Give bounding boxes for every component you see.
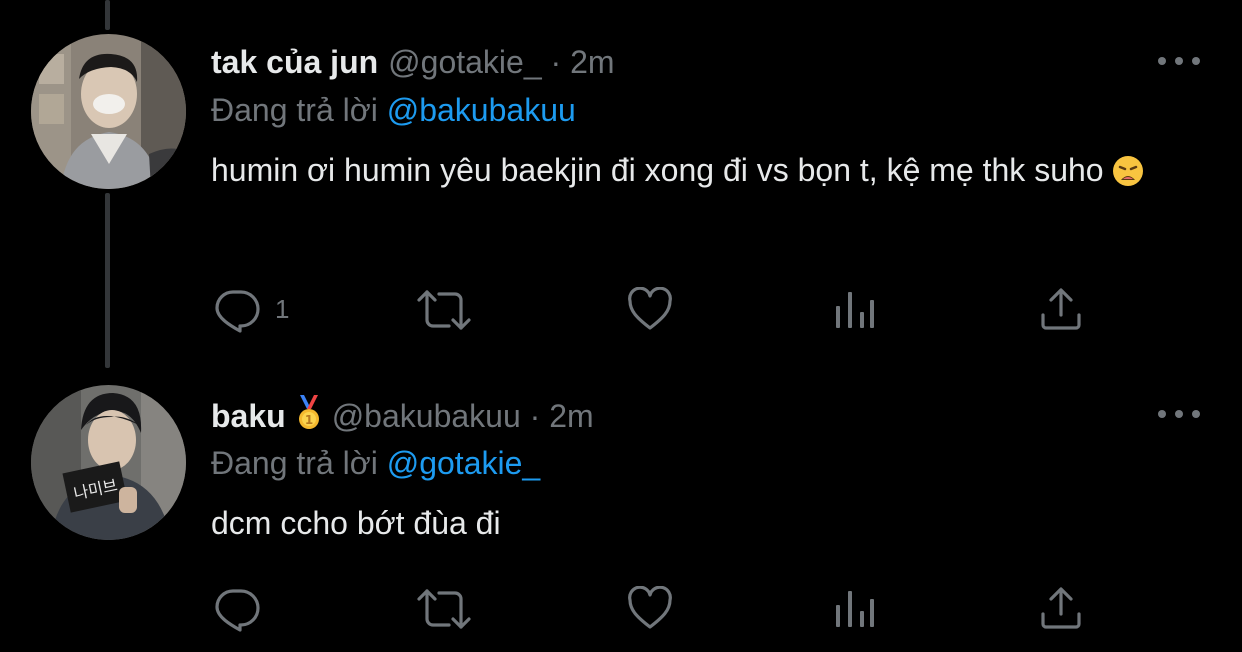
tweet-text-content: dcm ccho bớt đùa đi [211, 505, 501, 541]
analytics-button[interactable] [836, 589, 876, 629]
replying-to-label: Đang trả lời [211, 92, 378, 128]
retweet-icon [417, 290, 471, 330]
tweet-header: tak của jun @gotakie_ · 2m [211, 42, 615, 82]
more-options-button[interactable] [1158, 51, 1200, 71]
retweet-button[interactable] [417, 587, 471, 631]
retweet-button[interactable] [417, 288, 471, 332]
separator-dot: · [529, 398, 541, 434]
user-handle[interactable]: @bakubakuu [332, 398, 521, 434]
weary-face-emoji [1112, 151, 1144, 201]
svg-text:1: 1 [305, 413, 313, 427]
avatar[interactable]: 나미브 [31, 385, 186, 540]
replying-to-label: Đang trả lời [211, 445, 378, 481]
display-name[interactable]: tak của jun [211, 44, 378, 80]
tweet-text: dcm ccho bớt đùa đi [211, 498, 1171, 548]
like-button[interactable] [627, 586, 673, 630]
share-icon [1041, 587, 1081, 629]
share-button[interactable] [1040, 287, 1082, 331]
tweet-header: baku 1 @bakubakuu · 2m [211, 395, 594, 440]
mention-link[interactable]: @bakubakuu [387, 92, 576, 128]
separator-dot: · [550, 44, 562, 80]
like-button[interactable] [627, 287, 673, 331]
tweet-text-content: humin ơi humin yêu baekjin đi xong đi vs… [211, 152, 1104, 188]
share-icon [1041, 288, 1081, 330]
analytics-icon [836, 591, 874, 627]
timestamp[interactable]: 2m [549, 398, 593, 434]
replying-to: Đang trả lời @bakubakuu [211, 90, 576, 130]
tweet-1[interactable]: tak của jun @gotakie_ · 2m Đang trả lời @… [0, 0, 1242, 360]
avatar[interactable] [31, 34, 186, 189]
more-icon [1158, 410, 1166, 418]
more-options-button[interactable] [1158, 404, 1200, 424]
like-icon [628, 586, 672, 629]
tweet-2[interactable]: 나미브 baku 1 @bakubakuu · 2m Đang trả lời … [0, 360, 1242, 652]
reply-icon [215, 290, 260, 333]
like-icon [628, 287, 672, 330]
share-button[interactable] [1040, 586, 1082, 630]
analytics-button[interactable] [836, 290, 876, 330]
first-place-medal-icon: 1 [296, 395, 322, 440]
display-name[interactable]: baku [211, 398, 286, 434]
reply-icon [215, 589, 260, 632]
retweet-icon [417, 589, 471, 629]
reply-count: 1 [275, 293, 290, 324]
more-icon [1158, 57, 1166, 65]
reply-button[interactable]: 1 [213, 285, 289, 333]
reply-button[interactable] [213, 584, 275, 632]
analytics-icon [836, 292, 874, 328]
replying-to: Đang trả lời @gotakie_ [211, 443, 540, 483]
tweet-text: humin ơi humin yêu baekjin đi xong đi vs… [211, 145, 1171, 201]
timestamp[interactable]: 2m [570, 44, 614, 80]
user-handle[interactable]: @gotakie_ [388, 44, 541, 80]
mention-link[interactable]: @gotakie_ [387, 445, 540, 481]
